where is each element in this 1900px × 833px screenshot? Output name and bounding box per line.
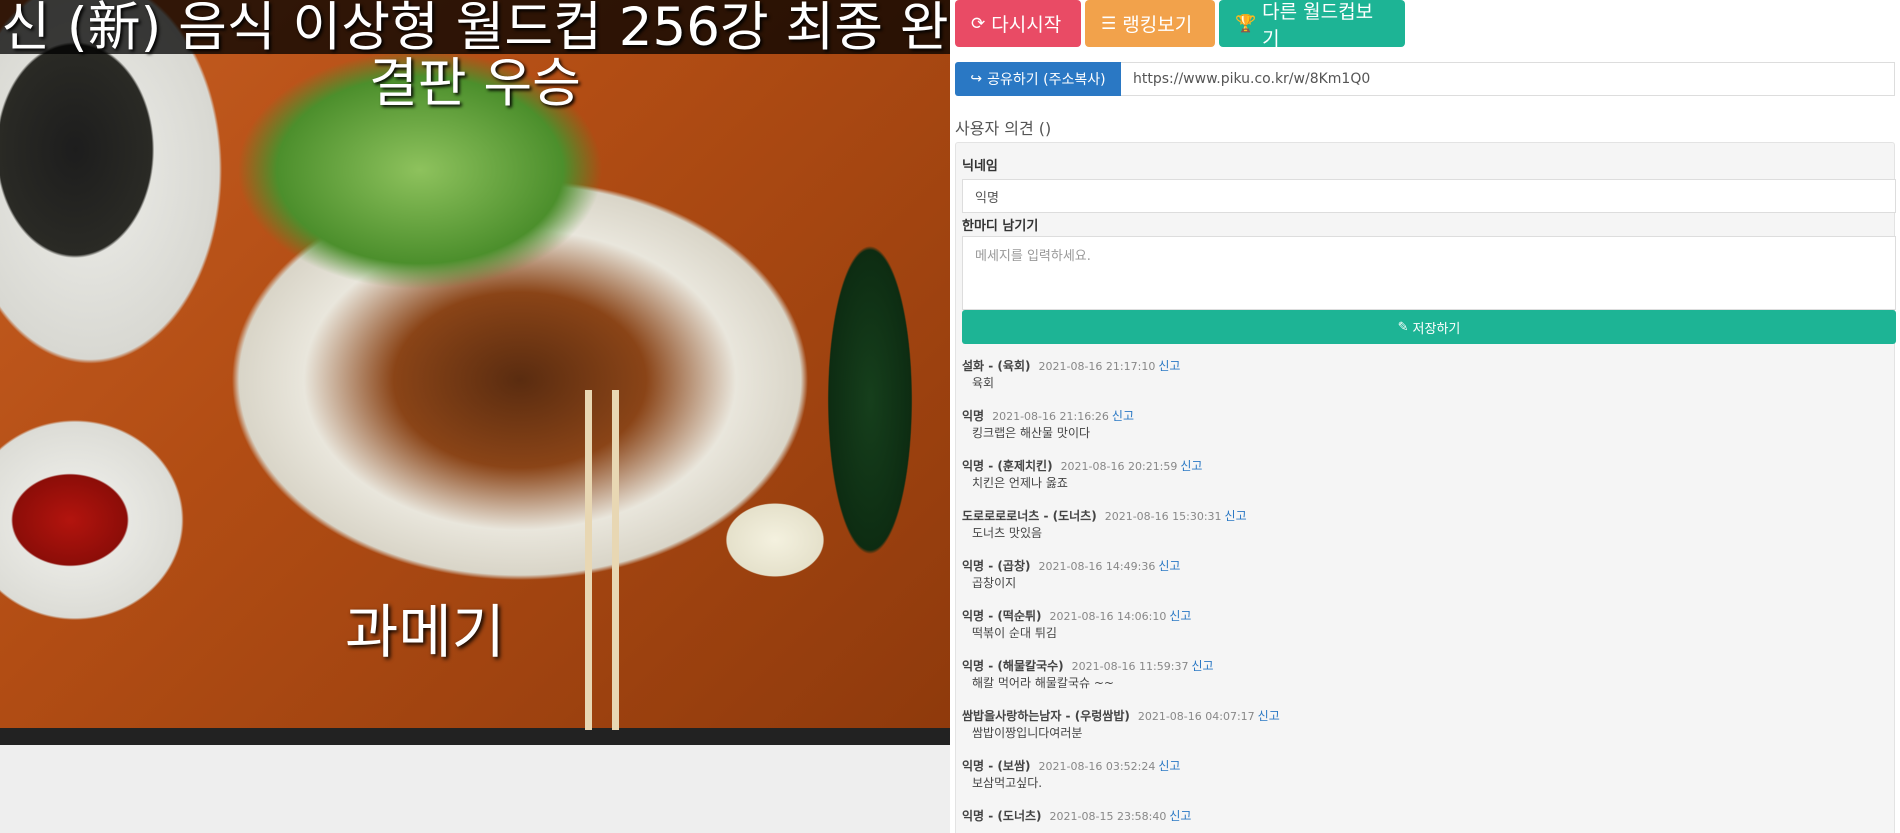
comment-item: 익명 - (떡순튀) 2021-08-16 14:06:10 신고 떡볶이 순대 튀… <box>962 608 1892 658</box>
comment-date: 2021-08-16 20:21:59 <box>1060 460 1178 473</box>
ranking-button[interactable]: ☰ 랭킹보기 <box>1085 0 1215 47</box>
comment-choice: - (훈제치킨) <box>984 459 1053 473</box>
save-label: 저장하기 <box>1412 321 1461 337</box>
share-button[interactable]: ↪ 공유하기 (주소복사) <box>955 62 1121 96</box>
ranking-label: 랭킹보기 <box>1122 14 1193 36</box>
comment-nick: 익명 <box>962 759 985 773</box>
comment-form: 닉네임 익명 한마디 남기기 메세지를 입력하세요. ✎ 저장하기 설화 - (… <box>955 142 1896 833</box>
comment-item: 도로로로로너츠 - (도너츠) 2021-08-16 15:30:31 신고 도너츠… <box>962 508 1892 558</box>
action-buttons: ⟳ 다시시작 ☰ 랭킹보기 🏆 다른 월드컵보기 <box>955 0 1405 50</box>
comment-text: 보삼먹고싶다. <box>972 776 1043 790</box>
comment-choice: - (보쌈) <box>984 759 1031 773</box>
side-panel: ⟳ 다시시작 ☰ 랭킹보기 🏆 다른 월드컵보기 ↪ 공유하기 (주소복사) h… <box>955 0 1900 833</box>
comment-item: 익명 - (해물칼국수) 2021-08-16 11:59:37 신고 해칼 먹어라… <box>962 658 1892 708</box>
comment-nick: 익명 <box>962 609 985 623</box>
nickname-label: 닉네임 <box>962 159 998 174</box>
comment-nick: 도로로로로너츠 <box>962 509 1040 523</box>
report-link[interactable]: 신고 <box>1258 709 1280 723</box>
comment-item: 익명 - (도너츠) 2021-08-15 23:58:40 신고 <box>962 808 1892 833</box>
comment-nick: 익명 <box>962 559 985 573</box>
trophy-icon: 🏆 <box>1235 13 1257 34</box>
comment-date: 2021-08-16 03:52:24 <box>1038 760 1156 773</box>
comment-nick: 익명 <box>962 659 985 673</box>
comment-text: 육회 <box>972 376 995 390</box>
comment-item: 익명 2021-08-16 21:16:26 신고 킹크랩은 해산물 맛이다 <box>962 408 1892 458</box>
comment-nick: 설화 <box>962 359 985 373</box>
comment-text: 해칼 먹어라 해물칼국슈 ~~ <box>972 676 1114 690</box>
refresh-icon: ⟳ <box>971 13 986 34</box>
comment-item: 익명 - (훈제치킨) 2021-08-16 20:21:59 신고 치킨은 언제나… <box>962 458 1892 508</box>
comment-choice: - (도너츠) <box>984 809 1042 823</box>
comment-choice: - (육회) <box>984 359 1031 373</box>
nickname-input[interactable]: 익명 <box>962 179 1896 213</box>
comment-choice: - (도너츠) <box>1039 509 1097 523</box>
comment-text: 곱창이지 <box>972 576 1017 590</box>
restart-label: 다시시작 <box>991 14 1062 36</box>
report-link[interactable]: 신고 <box>1112 409 1134 423</box>
comment-item: 익명 - (곱창) 2021-08-16 14:49:36 신고 곱창이지 <box>962 558 1892 608</box>
report-link[interactable]: 신고 <box>1180 459 1202 473</box>
comment-text: 킹크랩은 해산물 맛이다 <box>972 426 1091 440</box>
winner-item-name: 과메기 <box>344 598 506 666</box>
share-bar: ↪ 공유하기 (주소복사) https://www.piku.co.kr/w/8… <box>955 62 1895 96</box>
share-icon: ↪ <box>970 71 983 87</box>
winner-image-stage: 신 (新) 음식 이상형 월드컵 256강 최종 완결판 우승 과메기 <box>0 0 950 745</box>
report-link[interactable]: 신고 <box>1169 809 1191 823</box>
message-textarea[interactable]: 메세지를 입력하세요. <box>962 236 1896 310</box>
chopstick-decoration <box>585 390 592 730</box>
other-worldcup-label: 다른 월드컵보기 <box>1262 0 1374 50</box>
comment-date: 2021-08-16 14:49:36 <box>1038 560 1156 573</box>
comment-item: 설화 - (육회) 2021-08-16 21:17:10 신고 육회 <box>962 358 1892 408</box>
comment-date: 2021-08-16 11:59:37 <box>1071 660 1189 673</box>
share-label: 공유하기 (주소복사) <box>987 72 1106 88</box>
report-link[interactable]: 신고 <box>1169 609 1191 623</box>
comment-item: 쌈밥을사랑하는남자 - (우렁쌈밥) 2021-08-16 04:07:17 신고 … <box>962 708 1892 758</box>
comment-choice: - (우렁쌈밥) <box>1061 709 1130 723</box>
list-icon: ☰ <box>1101 13 1117 34</box>
report-link[interactable]: 신고 <box>1191 659 1213 673</box>
save-button[interactable]: ✎ 저장하기 <box>962 310 1896 344</box>
comment-date: 2021-08-16 14:06:10 <box>1049 610 1167 623</box>
other-worldcup-button[interactable]: 🏆 다른 월드컵보기 <box>1219 0 1405 50</box>
comment-date: 2021-08-16 21:16:26 <box>992 410 1109 423</box>
pencil-icon: ✎ <box>1397 319 1409 335</box>
comment-text: 쌈밥이짱입니다여러분 <box>972 726 1083 740</box>
report-link[interactable]: 신고 <box>1158 759 1180 773</box>
comment-nick: 익명 <box>962 809 985 823</box>
share-url-field[interactable]: https://www.piku.co.kr/w/8Km1Q0 <box>1121 62 1895 96</box>
comment-text: 치킨은 언제나 옳죠 <box>972 476 1068 490</box>
comment-text: 도너츠 맛있음 <box>972 526 1043 540</box>
comment-item: 익명 - (보쌈) 2021-08-16 03:52:24 신고 보삼먹고싶다. <box>962 758 1892 808</box>
restart-button[interactable]: ⟳ 다시시작 <box>955 0 1081 47</box>
comment-list: 설화 - (육회) 2021-08-16 21:17:10 신고 육회 익명 2021… <box>962 358 1892 833</box>
message-label: 한마디 남기기 <box>962 219 1039 234</box>
comment-nick: 익명 <box>962 459 985 473</box>
worldcup-title: 신 (新) 음식 이상형 월드컵 256강 최종 완결판 우승 <box>1 0 949 114</box>
comment-nick: 익명 <box>962 409 985 423</box>
comment-date: 2021-08-16 15:30:31 <box>1104 510 1222 523</box>
comment-choice: - (곱창) <box>984 559 1031 573</box>
comment-choice: - (떡순튀) <box>984 609 1042 623</box>
comment-date: 2021-08-16 21:17:10 <box>1038 360 1156 373</box>
comment-date: 2021-08-15 23:58:40 <box>1049 810 1167 823</box>
opinions-heading: 사용자 의견 () <box>955 119 1052 138</box>
report-link[interactable]: 신고 <box>1158 559 1180 573</box>
winner-panel: 신 (新) 음식 이상형 월드컵 256강 최종 완결판 우승 과메기 <box>0 0 950 833</box>
comment-text: 떡볶이 순대 튀김 <box>972 626 1057 640</box>
chopstick-decoration <box>612 390 619 730</box>
comment-choice: - (해물칼국수) <box>984 659 1064 673</box>
comment-date: 2021-08-16 04:07:17 <box>1137 710 1255 723</box>
report-link[interactable]: 신고 <box>1225 509 1247 523</box>
comment-nick: 쌈밥을사랑하는남자 <box>962 709 1062 723</box>
report-link[interactable]: 신고 <box>1158 359 1180 373</box>
